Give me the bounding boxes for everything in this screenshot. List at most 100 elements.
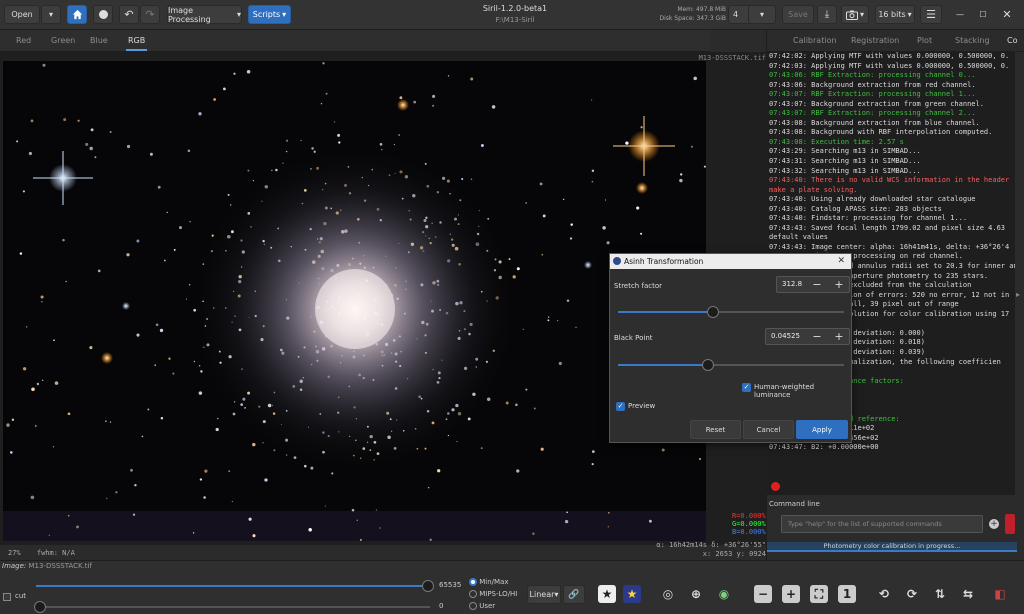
redo-button[interactable]: ↷	[140, 5, 160, 24]
console-line: 07:43:43: Saved focal length 1799.02 and…	[769, 223, 1006, 232]
star-catalog-button[interactable]: ★	[596, 583, 618, 605]
star	[136, 333, 140, 337]
high-threshold-slider[interactable]	[36, 580, 434, 592]
stat-r: R=0.000%	[732, 512, 766, 520]
star	[679, 178, 683, 183]
star	[515, 403, 518, 407]
mode-mips[interactable]: MIPS-LO/HI	[469, 590, 517, 598]
tab-calibration[interactable]: Calibration	[793, 36, 837, 45]
memory-label: Mem: 497.8 MiB	[677, 6, 726, 13]
bit-depth-selector[interactable]: 16 bits ▾	[875, 5, 915, 24]
scripts-menu[interactable]: Scripts ▾	[248, 5, 291, 24]
command-input[interactable]	[781, 515, 983, 533]
stretch-increase-button[interactable]: +	[832, 278, 846, 292]
human-luminance-checkbox[interactable]: ✓	[742, 383, 751, 392]
right-panel-tabs: Calibration Registration Plot Stacking C…	[767, 30, 1024, 52]
star	[22, 190, 25, 193]
tab-green[interactable]: Green	[51, 36, 75, 45]
open-button[interactable]: Open	[4, 5, 40, 24]
apply-button[interactable]: Apply	[796, 420, 848, 439]
mode-user[interactable]: User	[469, 602, 495, 610]
minimize-button[interactable]: —	[950, 5, 970, 24]
slider-knob[interactable]	[422, 580, 434, 592]
display-mode-selector[interactable]: Linear ▾	[527, 585, 561, 604]
star	[147, 408, 150, 411]
slider-knob[interactable]	[34, 601, 46, 613]
console-line: 07:43:08: Background extraction from blu…	[769, 118, 980, 127]
star	[602, 226, 606, 230]
star	[591, 450, 595, 453]
stop-command-button[interactable]	[1005, 514, 1015, 534]
mode-mips-label: MIPS-LO/HI	[479, 590, 518, 598]
rotate-right-button[interactable]: ⟳	[901, 583, 923, 605]
dialog-close-icon[interactable]: ✕	[837, 254, 845, 269]
threads-dropdown[interactable]: ▾	[748, 5, 776, 24]
stop-process-button[interactable]	[771, 482, 780, 491]
star	[189, 221, 191, 223]
mode-minmax[interactable]: Min/Max	[469, 578, 509, 586]
panel-collapse-handle[interactable]: ▸	[1016, 290, 1020, 299]
tab-blue[interactable]: Blue	[90, 36, 108, 45]
zoom-100-button[interactable]: 1	[836, 583, 858, 605]
star	[248, 517, 252, 521]
rotate-left-button[interactable]: ⟲	[873, 583, 895, 605]
mirror-button[interactable]: ⇅	[929, 583, 951, 605]
astrometry-button[interactable]: ◎	[657, 583, 679, 605]
lock-button[interactable]: 🔗	[563, 585, 585, 604]
add-command-button[interactable]: +	[987, 516, 1001, 532]
main-menu-button[interactable]: ☰	[920, 5, 942, 24]
reset-button[interactable]: Reset	[690, 420, 741, 439]
home-button[interactable]	[67, 5, 87, 24]
tab-red[interactable]: Red	[16, 36, 31, 45]
maximize-button[interactable]: ☐	[973, 5, 993, 24]
save-as-button[interactable]: ⤓	[817, 5, 837, 24]
preview-checkbox[interactable]: ✓	[616, 402, 625, 411]
stop-script-button[interactable]	[93, 5, 113, 24]
tab-plot[interactable]: Plot	[917, 36, 932, 45]
preview-label: Preview	[628, 402, 656, 410]
snapshot-button[interactable]: ▾	[841, 5, 869, 24]
undo-icon: ↶	[124, 8, 134, 21]
flip-button[interactable]: ⇆	[957, 583, 979, 605]
rgb-compositing-button[interactable]: ◧	[989, 583, 1011, 605]
globe-button[interactable]: ⊕	[685, 583, 707, 605]
cancel-button[interactable]: Cancel	[743, 420, 794, 439]
cut-checkbox[interactable]	[3, 593, 11, 601]
black-point-slider[interactable]	[618, 359, 844, 371]
tab-stacking[interactable]: Stacking	[955, 36, 990, 45]
star	[106, 497, 108, 499]
image-processing-menu[interactable]: Image Processing ▾	[167, 5, 242, 24]
save-button[interactable]: Save	[782, 5, 814, 24]
console-line: 07:43:06: Background extraction from red…	[769, 80, 976, 89]
low-threshold-slider[interactable]	[34, 601, 430, 613]
close-window-button[interactable]: ✕	[996, 5, 1018, 24]
stretch-decrease-button[interactable]: −	[810, 278, 824, 292]
star	[539, 182, 543, 186]
star	[591, 169, 595, 173]
black-point-increase-button[interactable]: +	[832, 330, 846, 344]
stretch-factor-slider[interactable]	[618, 306, 844, 318]
black-slider-knob[interactable]	[702, 359, 714, 371]
mode-minmax-label: Min/Max	[479, 578, 509, 586]
image-canvas[interactable]	[3, 61, 706, 589]
star	[26, 326, 28, 328]
tab-console[interactable]: Co	[1007, 36, 1017, 45]
stretch-slider-fill	[618, 311, 713, 313]
target-button[interactable]: ◉	[713, 583, 735, 605]
black-point-decrease-button[interactable]: −	[810, 330, 824, 344]
zoom-fit-button[interactable]: ⛶	[808, 583, 830, 605]
star	[661, 448, 665, 452]
stretch-slider-knob[interactable]	[707, 306, 719, 318]
open-dropdown-button[interactable]: ▾	[41, 5, 61, 24]
bit-depth-label: 16 bits	[878, 10, 906, 19]
star-button[interactable]: ★	[621, 583, 643, 605]
star	[356, 519, 358, 521]
undo-button[interactable]: ↶	[119, 5, 139, 24]
zoom-out-button[interactable]: −	[752, 583, 774, 605]
black-slider-fill	[618, 364, 708, 366]
tab-registration[interactable]: Registration	[851, 36, 899, 45]
star	[640, 126, 643, 129]
star	[413, 100, 417, 104]
tab-rgb[interactable]: RGB	[125, 36, 148, 51]
zoom-in-button[interactable]: +	[780, 583, 802, 605]
